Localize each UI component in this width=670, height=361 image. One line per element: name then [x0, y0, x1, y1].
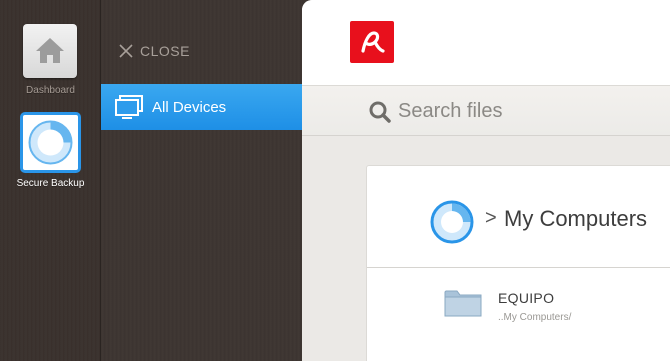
avira-logo-icon[interactable]: [350, 21, 394, 63]
breadcrumb-title[interactable]: My Computers: [504, 206, 647, 232]
nav-item-all-devices[interactable]: All Devices: [101, 84, 302, 130]
search-icon[interactable]: [368, 100, 392, 124]
close-label: CLOSE: [140, 43, 190, 59]
close-button[interactable]: CLOSE: [118, 40, 190, 62]
secure-backup-tile[interactable]: [20, 112, 81, 173]
top-bar: [302, 0, 670, 86]
file-name: EQUIPO: [498, 290, 555, 306]
breadcrumb: > My Computers: [367, 166, 670, 268]
backup-icon: [430, 200, 474, 244]
backup-icon: [28, 120, 73, 165]
app-rail: Dashboard Secure Backup: [0, 0, 101, 361]
files-card: > My Computers EQUIPO ..My Computers/: [366, 165, 670, 361]
search-bar: [302, 86, 670, 136]
main-content: > My Computers EQUIPO ..My Computers/: [302, 0, 670, 361]
nav-item-label: All Devices: [152, 98, 227, 116]
dashboard-label: Dashboard: [26, 85, 75, 96]
breadcrumb-separator: >: [485, 207, 497, 229]
devices-panel: CLOSE All Devices: [101, 0, 302, 361]
dashboard-tile[interactable]: [23, 24, 77, 78]
close-icon: [119, 44, 133, 58]
file-path: ..My Computers/: [498, 312, 572, 323]
search-input[interactable]: [398, 95, 658, 127]
list-item[interactable]: EQUIPO ..My Computers/: [367, 269, 670, 339]
monitor-icon: [114, 94, 144, 120]
home-icon: [36, 38, 64, 63]
secure-backup-label: Secure Backup: [16, 178, 85, 189]
folder-icon: [444, 290, 482, 317]
